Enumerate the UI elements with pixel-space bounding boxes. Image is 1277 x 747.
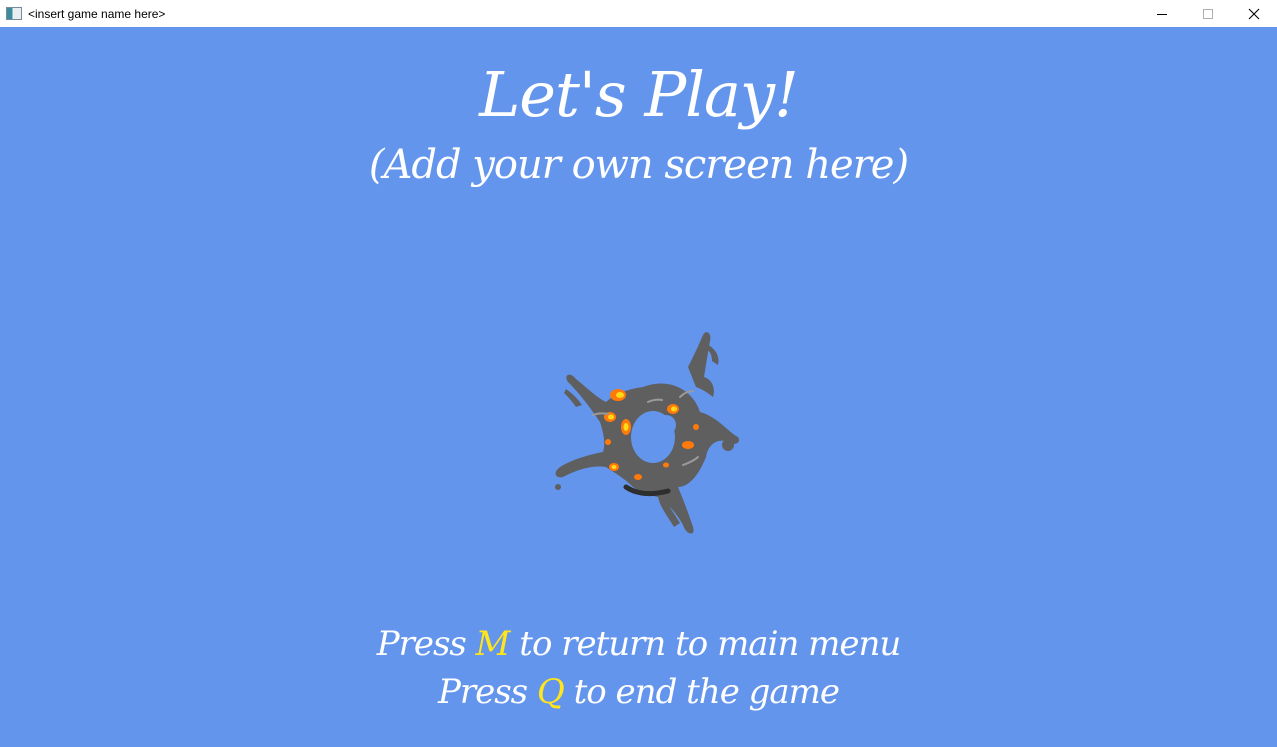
instruction-prefix: Press (437, 672, 537, 712)
instruction-prefix: Press (376, 624, 476, 664)
minimize-button[interactable] (1139, 0, 1185, 27)
window-titlebar[interactable]: <insert game name here> (0, 0, 1277, 27)
close-button[interactable] (1231, 0, 1277, 27)
close-icon (1248, 8, 1260, 19)
screen-title: Let's Play! (479, 58, 799, 131)
app-icon (6, 7, 22, 20)
instruction-end-game: Press Q to end the game (0, 669, 1277, 715)
window-title: <insert game name here> (28, 6, 166, 21)
screen-subtitle: (Add your own screen here) (368, 142, 909, 188)
explosion-icon (555, 332, 740, 534)
game-canvas[interactable]: Let's Play! (Add your own screen here) P… (0, 27, 1277, 747)
key-m: M (475, 624, 511, 664)
instruction-suffix: to return to main menu (509, 624, 901, 664)
game-window: <insert game name here> Let's Play! (Add… (0, 0, 1277, 747)
minimize-icon (1157, 13, 1167, 15)
instruction-suffix: to end the game (563, 672, 840, 712)
instruction-main-menu: Press M to return to main menu (0, 621, 1277, 667)
window-controls (1139, 0, 1277, 27)
maximize-icon (1203, 8, 1213, 19)
key-q: Q (536, 672, 565, 712)
maximize-button[interactable] (1185, 0, 1231, 27)
